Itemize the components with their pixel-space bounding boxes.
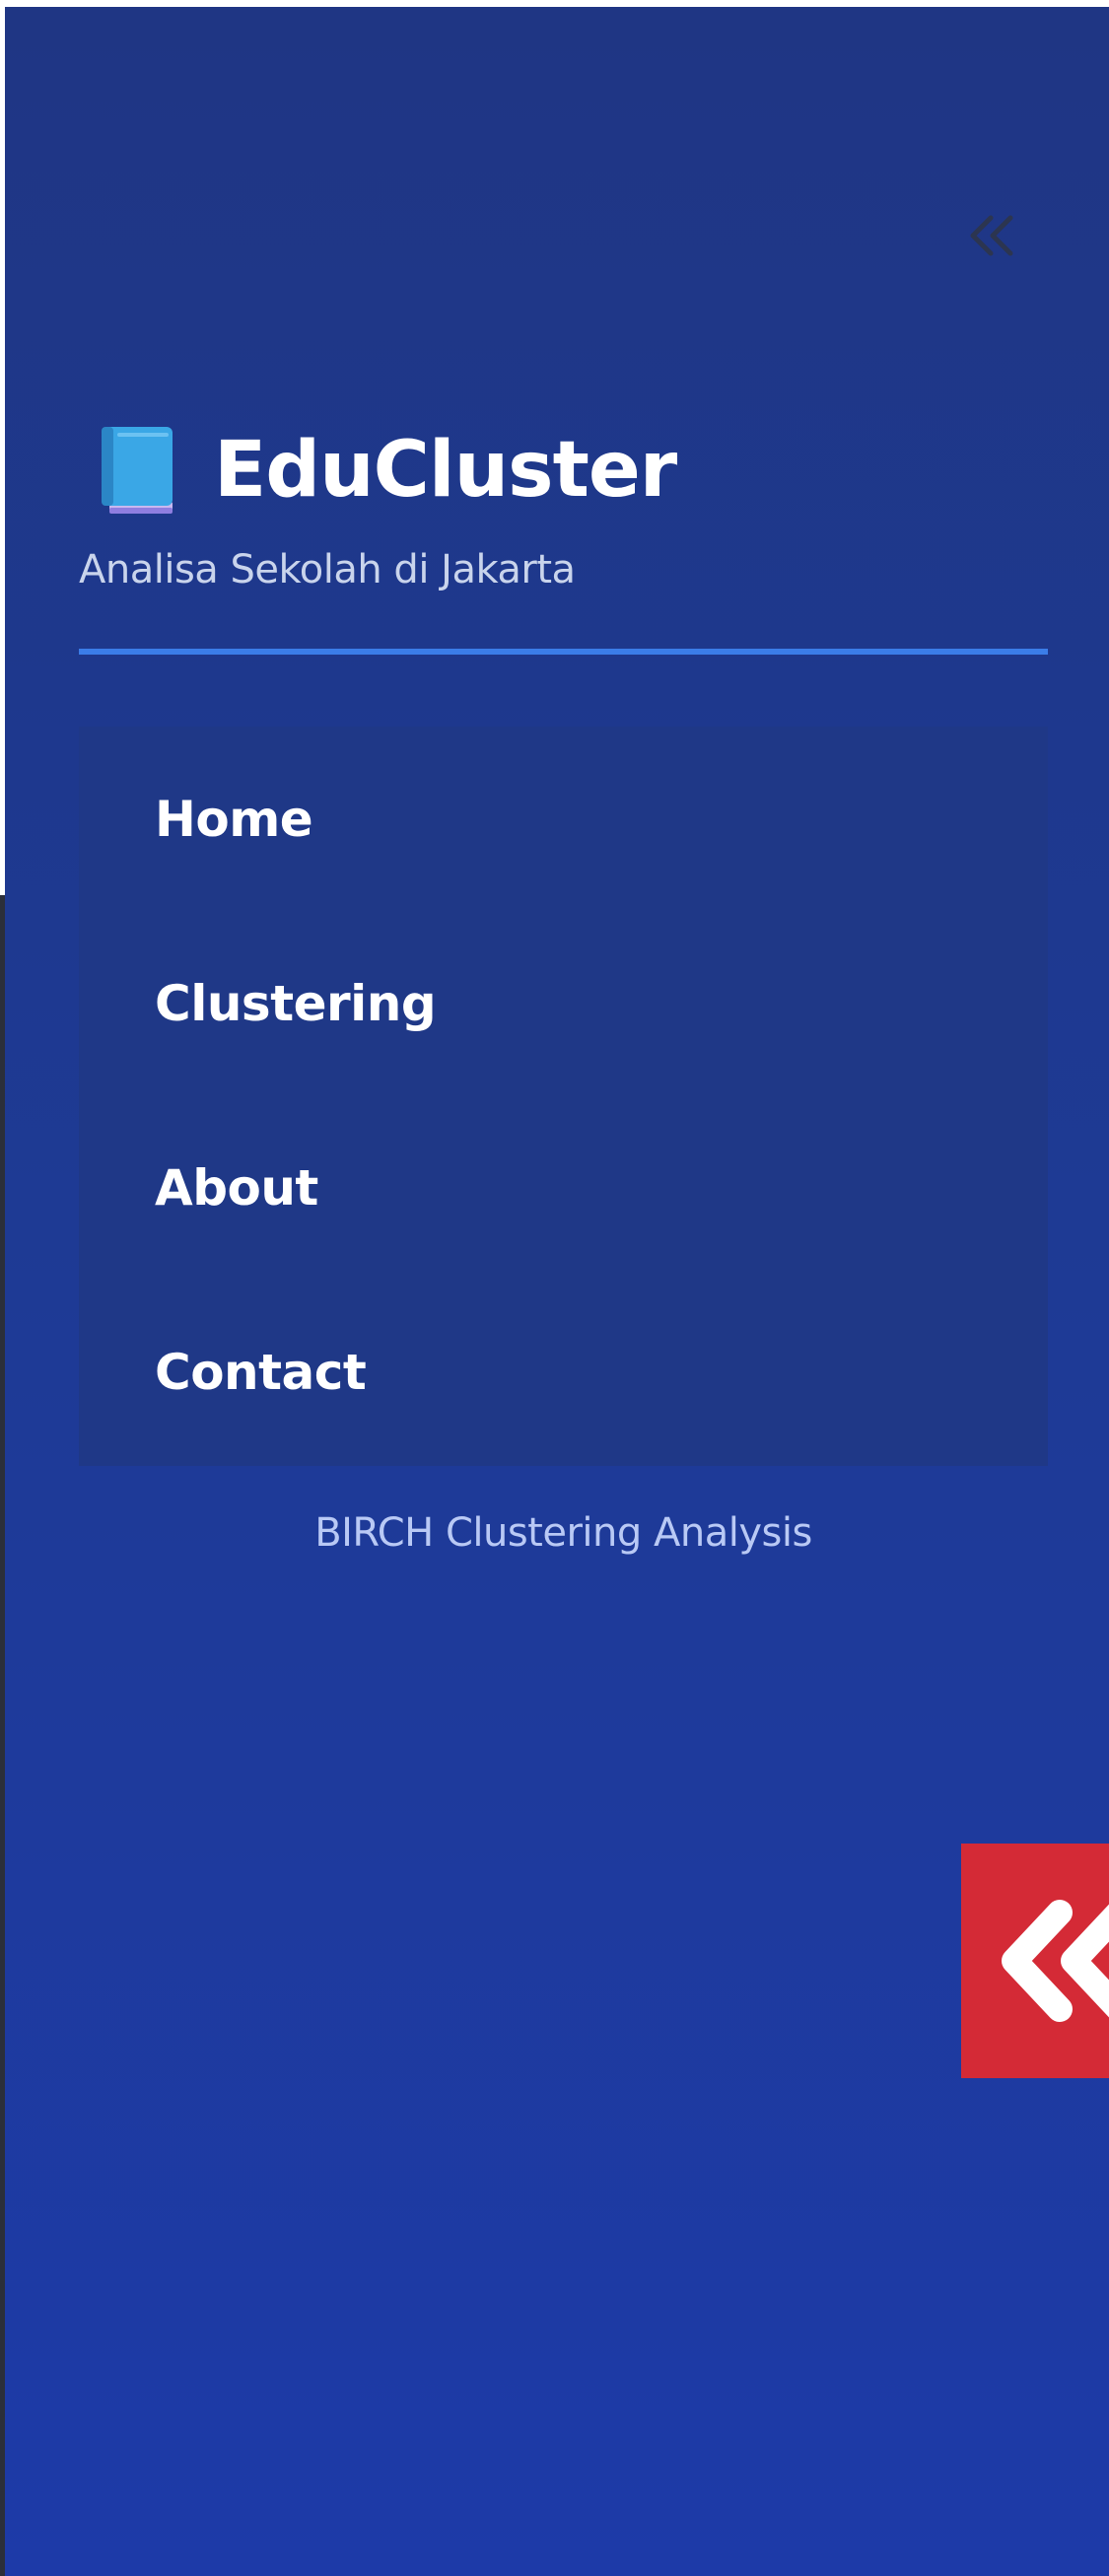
app-subtitle: Analisa Sekolah di Jakarta	[79, 547, 576, 592]
nav-item-contact[interactable]: Contact	[79, 1280, 1048, 1464]
brand: EduCluster	[96, 416, 677, 524]
nav-item-about[interactable]: About	[79, 1095, 1048, 1280]
blue-book-icon	[102, 427, 173, 514]
double-chevron-left-icon	[970, 215, 1013, 256]
expand-sidebar-button[interactable]	[961, 1844, 1109, 2078]
nav-menu: Home Clustering About Contact	[79, 727, 1048, 1466]
double-chevron-left-icon	[1002, 1900, 1109, 2022]
divider	[79, 649, 1048, 655]
sidebar-footer: BIRCH Clustering Analysis	[314, 1510, 812, 1556]
app-title: EduCluster	[214, 426, 677, 515]
nav-item-clustering[interactable]: Clustering	[79, 911, 1048, 1095]
nav-item-home[interactable]: Home	[79, 727, 1048, 911]
collapse-sidebar-button[interactable]	[951, 196, 1030, 275]
sidebar: EduCluster Analisa Sekolah di Jakarta Ho…	[5, 7, 1109, 2576]
